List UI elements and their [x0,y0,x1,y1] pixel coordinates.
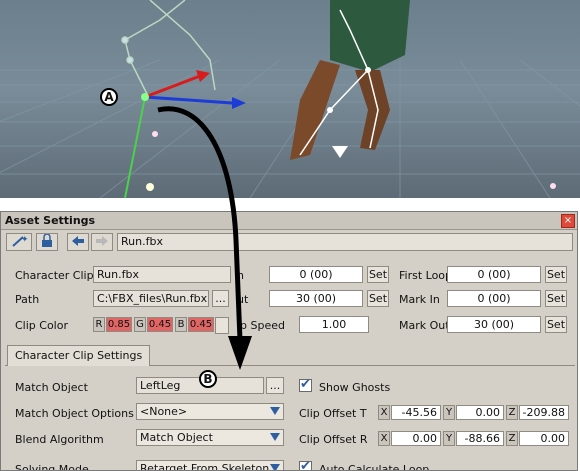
annotation-arrow [157,106,252,370]
callout-b: B [199,370,217,388]
callout-a: A [100,88,118,106]
